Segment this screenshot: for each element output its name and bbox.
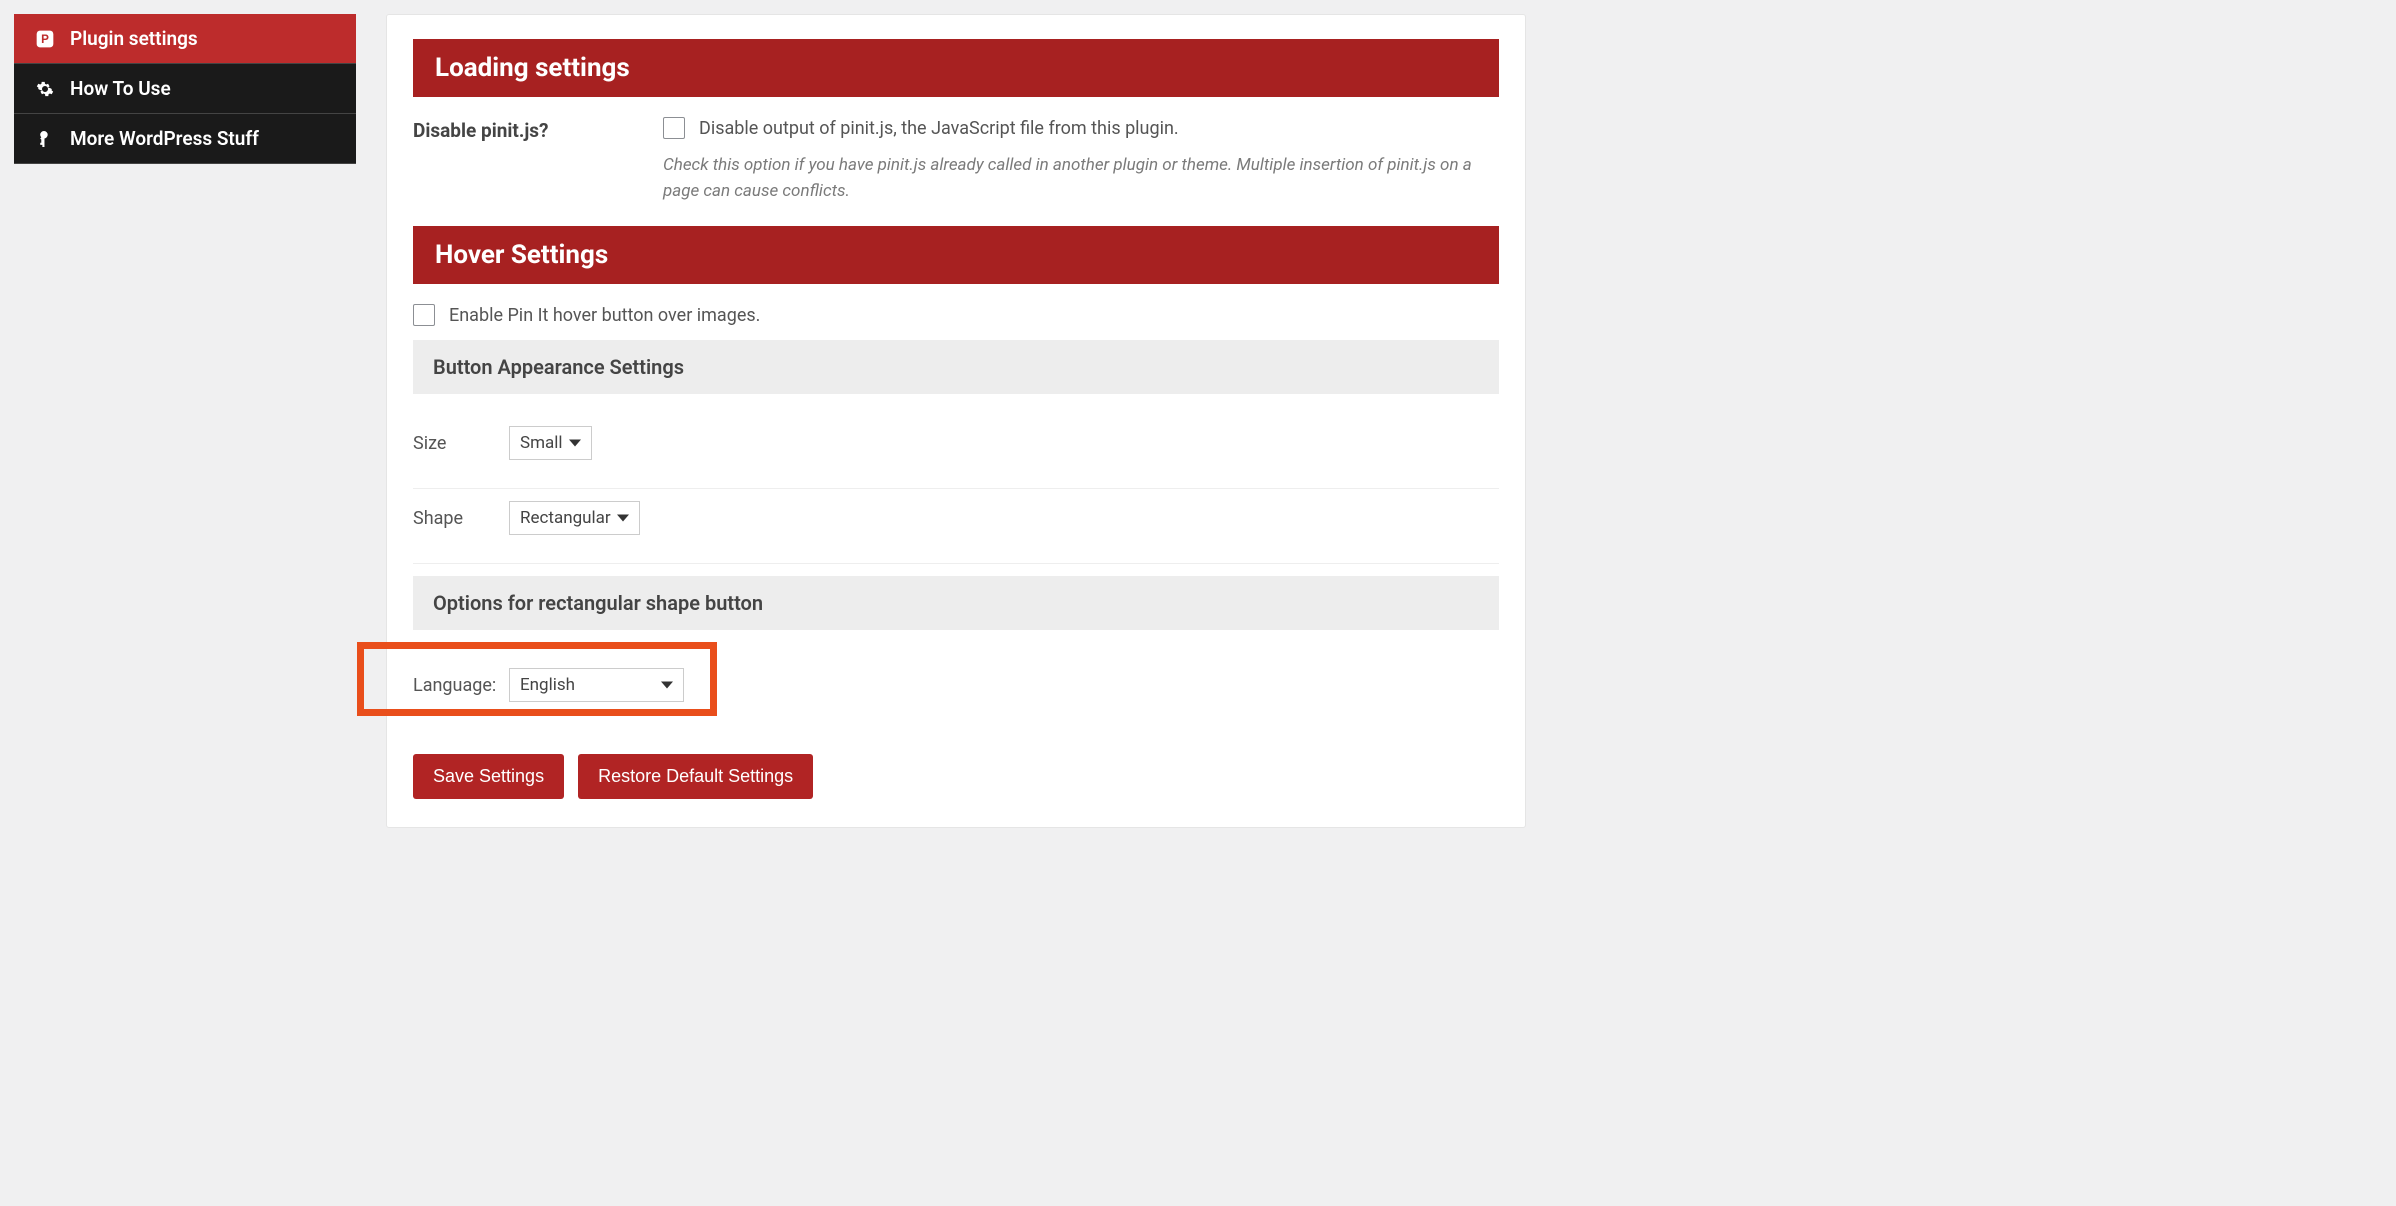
language-row: Language: English <box>413 650 1499 720</box>
rect-options-header: Options for rectangular shape button <box>413 576 1499 630</box>
save-settings-button[interactable]: Save Settings <box>413 754 564 799</box>
main-content: Loading settings Disable pinit.js? Disab… <box>386 14 1526 828</box>
language-select[interactable]: English <box>509 668 684 702</box>
svg-text:P: P <box>41 33 49 46</box>
chevron-down-icon <box>661 682 673 689</box>
chevron-down-icon <box>569 440 581 447</box>
enable-hover-row: Enable Pin It hover button over images. <box>413 304 1499 326</box>
sidebar-item-how-to-use[interactable]: How To Use <box>14 64 356 114</box>
sidebar: P Plugin settings How To Use More WordPr… <box>0 0 370 842</box>
language-value: English <box>520 675 575 695</box>
size-select[interactable]: Small <box>509 426 592 460</box>
shape-value: Rectangular <box>520 508 611 528</box>
hover-settings-header: Hover Settings <box>413 226 1499 284</box>
gear-icon <box>34 78 56 100</box>
language-label: Language: <box>413 675 509 696</box>
shape-row: Shape Rectangular <box>413 489 1499 564</box>
enable-hover-text: Enable Pin It hover button over images. <box>449 305 760 326</box>
action-buttons: Save Settings Restore Default Settings <box>413 754 1499 799</box>
sidebar-item-more-wordpress[interactable]: More WordPress Stuff <box>14 114 356 164</box>
chevron-down-icon <box>617 515 629 522</box>
disable-pinitjs-help: Check this option if you have pinit.js a… <box>663 153 1499 204</box>
disable-pinitjs-text: Disable output of pinit.js, the JavaScri… <box>699 118 1179 139</box>
size-value: Small <box>520 433 563 453</box>
restore-defaults-button[interactable]: Restore Default Settings <box>578 754 813 799</box>
button-appearance-header: Button Appearance Settings <box>413 340 1499 394</box>
disable-pinitjs-label: Disable pinit.js? <box>413 117 663 142</box>
size-label: Size <box>413 433 509 454</box>
shape-select[interactable]: Rectangular <box>509 501 640 535</box>
sidebar-item-label: How To Use <box>70 77 171 100</box>
loading-settings-header: Loading settings <box>413 39 1499 97</box>
sidebar-item-plugin-settings[interactable]: P Plugin settings <box>14 14 356 64</box>
sidebar-item-label: Plugin settings <box>70 27 198 50</box>
sidebar-item-label: More WordPress Stuff <box>70 127 259 150</box>
disable-pinitjs-checkbox[interactable] <box>663 117 685 139</box>
size-row: Size Small <box>413 414 1499 489</box>
shape-label: Shape <box>413 508 509 529</box>
pinterest-icon: P <box>34 28 56 50</box>
disable-pinitjs-row: Disable pinit.js? Disable output of pini… <box>413 117 1499 204</box>
enable-hover-checkbox[interactable] <box>413 304 435 326</box>
key-icon <box>34 128 56 150</box>
